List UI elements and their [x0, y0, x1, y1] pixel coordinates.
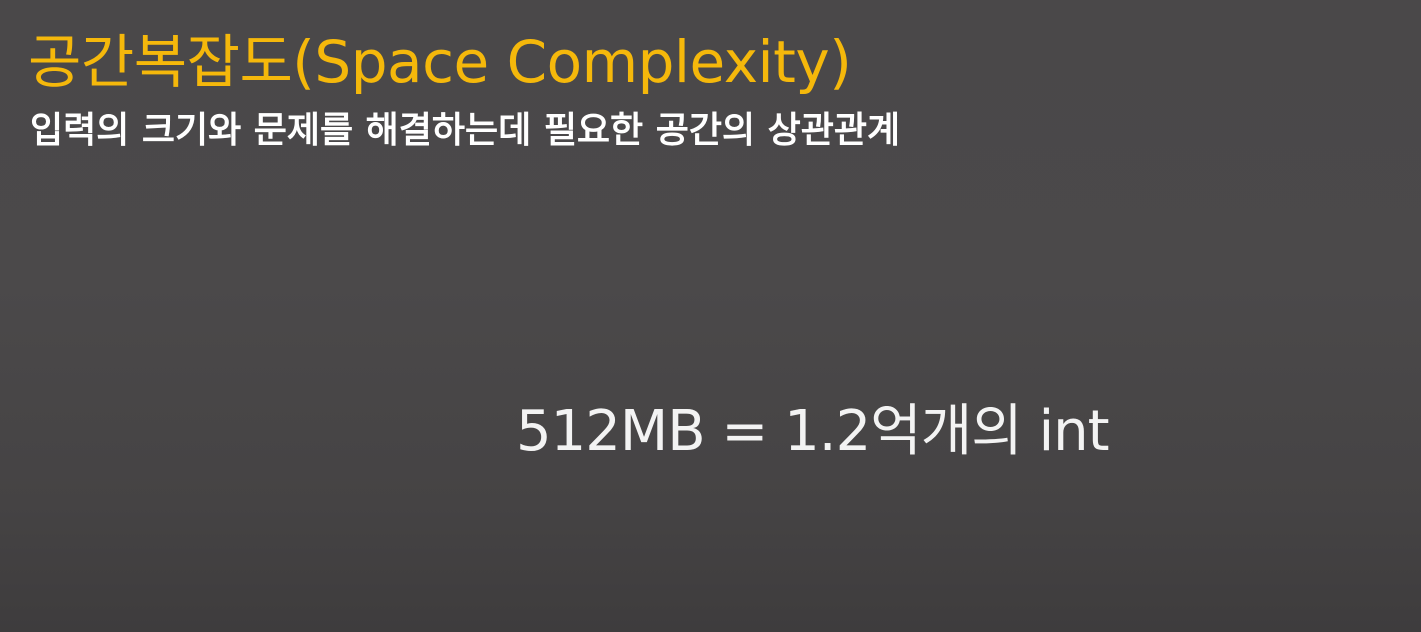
slide-title: 공간복잡도(Space Complexity): [28, 28, 852, 96]
memory-statement: 512MB = 1.2억개의 int: [516, 399, 1110, 464]
slide: 공간복잡도(Space Complexity) 입력의 크기와 문제를 해결하는…: [0, 0, 1421, 632]
slide-subtitle: 입력의 크기와 문제를 해결하는데 필요한 공간의 상관관계: [30, 110, 901, 151]
